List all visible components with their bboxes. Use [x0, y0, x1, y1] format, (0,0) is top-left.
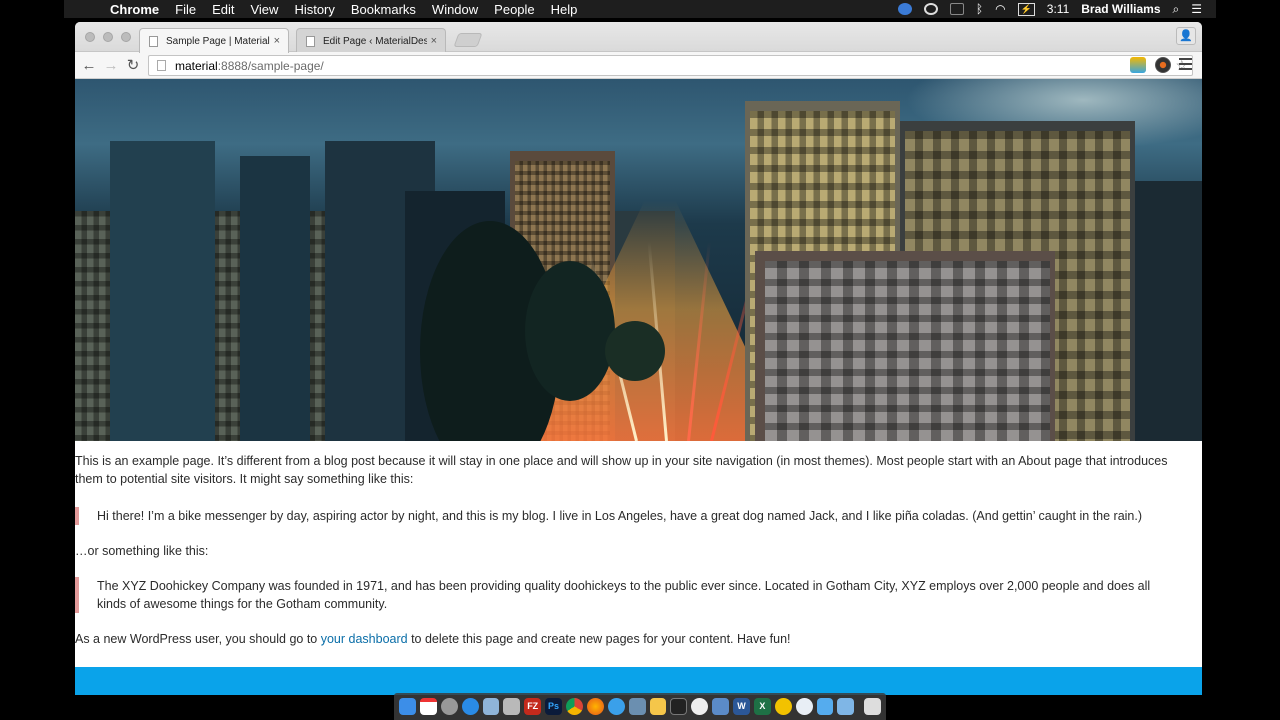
menu-app-name[interactable]: Chrome: [110, 2, 159, 17]
page-viewport: This is an example page. It’s different …: [75, 79, 1202, 695]
status-area: ᛒ ◠ ⚡ 3:11 Brad Williams ⌕ ☰: [897, 2, 1216, 17]
twitter-icon[interactable]: [816, 698, 834, 715]
zoom-window-button[interactable]: [121, 32, 131, 42]
url-host: material: [175, 58, 218, 73]
building-windows: [765, 261, 1050, 441]
creative-cloud-icon[interactable]: [923, 3, 938, 15]
dashboard-link[interactable]: your dashboard: [321, 632, 408, 646]
menu-history[interactable]: History: [294, 2, 334, 17]
page-info-icon[interactable]: [157, 60, 166, 71]
blockquote-xyz-company: The XYZ Doohickey Company was founded in…: [75, 577, 1202, 613]
firefox-icon[interactable]: [586, 698, 604, 715]
archive-icon[interactable]: [503, 698, 521, 715]
notification-center-icon[interactable]: ☰: [1191, 2, 1202, 16]
image-viewer-icon[interactable]: [628, 698, 646, 715]
word-icon[interactable]: W: [733, 698, 750, 715]
page-favicon-icon: [149, 36, 158, 47]
menu-edit[interactable]: Edit: [212, 2, 234, 17]
wifi-icon[interactable]: ◠: [995, 2, 1005, 16]
evernote-icon[interactable]: [897, 3, 912, 15]
sketch-icon[interactable]: [649, 698, 667, 715]
battery-icon[interactable]: ⚡: [1017, 2, 1035, 16]
mail-icon[interactable]: [712, 698, 730, 715]
closing-text-before: As a new WordPress user, you should go t…: [75, 632, 321, 646]
window-controls: [85, 32, 131, 42]
back-button[interactable]: ←: [78, 57, 100, 74]
tree: [605, 321, 665, 381]
site-footer-bar: [75, 667, 1202, 695]
or-paragraph: …or something like this:: [75, 544, 209, 558]
excel-icon[interactable]: X: [753, 698, 771, 715]
menu-window[interactable]: Window: [432, 2, 478, 17]
tab-edit-page[interactable]: Edit Page ‹ MaterialDesign ×: [296, 28, 446, 53]
url-path: :8888/sample-page/: [217, 58, 324, 73]
forward-button[interactable]: →: [100, 57, 122, 74]
github-icon[interactable]: [691, 698, 709, 715]
browser-toolbar: ← → ↻ material:8888/sample-page/ ☆: [75, 52, 1202, 79]
page-content: This is an example page. It’s different …: [75, 452, 1202, 648]
close-window-button[interactable]: [85, 32, 95, 42]
launchpad-icon[interactable]: [440, 698, 458, 715]
tab-close-icon[interactable]: ×: [274, 35, 280, 47]
preview-icon[interactable]: [482, 698, 500, 715]
bluetooth-icon[interactable]: ᛒ: [976, 2, 983, 16]
calendar-icon[interactable]: [419, 698, 437, 715]
menu-file[interactable]: File: [175, 2, 196, 17]
menu-view[interactable]: View: [250, 2, 278, 17]
building: [1135, 181, 1202, 441]
terminal-icon[interactable]: [670, 698, 688, 715]
header-image: [75, 79, 1202, 441]
filezilla-icon[interactable]: FZ: [524, 698, 542, 715]
extension-icon[interactable]: [1155, 57, 1171, 73]
menu-bookmarks[interactable]: Bookmarks: [351, 2, 416, 17]
trash-icon[interactable]: [864, 698, 882, 715]
tab-sample-page[interactable]: Sample Page | MaterialDesign ×: [139, 28, 289, 53]
closing-text-after: to delete this page and create new pages…: [407, 632, 791, 646]
menu-people[interactable]: People: [494, 2, 534, 17]
blockquote-bike-messenger: Hi there! I’m a bike messenger by day, a…: [75, 507, 1202, 525]
user-menu[interactable]: Brad Williams: [1081, 2, 1160, 16]
extension-icon[interactable]: [1130, 57, 1146, 73]
clock[interactable]: 3:11: [1047, 2, 1069, 16]
tab-strip: Sample Page | MaterialDesign × Edit Page…: [75, 22, 1202, 53]
tab-title: Sample Page | MaterialDesign: [166, 35, 270, 47]
notes-icon[interactable]: [774, 698, 792, 715]
tab-title: Edit Page ‹ MaterialDesign: [323, 35, 427, 47]
photoshop-icon[interactable]: Ps: [545, 698, 562, 715]
page-favicon-icon: [306, 36, 315, 47]
app-store-icon[interactable]: [461, 698, 479, 715]
reload-button[interactable]: ↻: [122, 56, 144, 74]
browser-window: Sample Page | MaterialDesign × Edit Page…: [75, 22, 1202, 695]
spotlight-search-icon[interactable]: ⌕: [1173, 2, 1180, 17]
tab-close-icon[interactable]: ×: [431, 35, 437, 47]
building: [240, 156, 310, 441]
minimize-window-button[interactable]: [103, 32, 113, 42]
profile-icon[interactable]: 👤: [1176, 27, 1196, 45]
building: [110, 141, 215, 441]
skype-icon[interactable]: [795, 698, 813, 715]
new-tab-button[interactable]: [453, 33, 483, 47]
tree: [525, 261, 615, 401]
finder-icon[interactable]: [399, 698, 416, 715]
closing-paragraph: As a new WordPress user, you should go t…: [75, 630, 1202, 648]
dock: FZ Ps W X: [394, 693, 886, 720]
display-icon[interactable]: [949, 3, 964, 15]
menu-help[interactable]: Help: [551, 2, 578, 17]
intro-paragraph: This is an example page. It’s different …: [75, 454, 1168, 486]
chrome-icon[interactable]: [566, 698, 583, 715]
address-bar[interactable]: material:8888/sample-page/ ☆: [148, 55, 1193, 76]
chrome-menu-icon[interactable]: [1179, 58, 1192, 70]
folder-icon[interactable]: [837, 698, 855, 715]
safari-icon[interactable]: [607, 698, 625, 715]
menu-bar: Chrome File Edit View History Bookmarks …: [64, 0, 1216, 18]
